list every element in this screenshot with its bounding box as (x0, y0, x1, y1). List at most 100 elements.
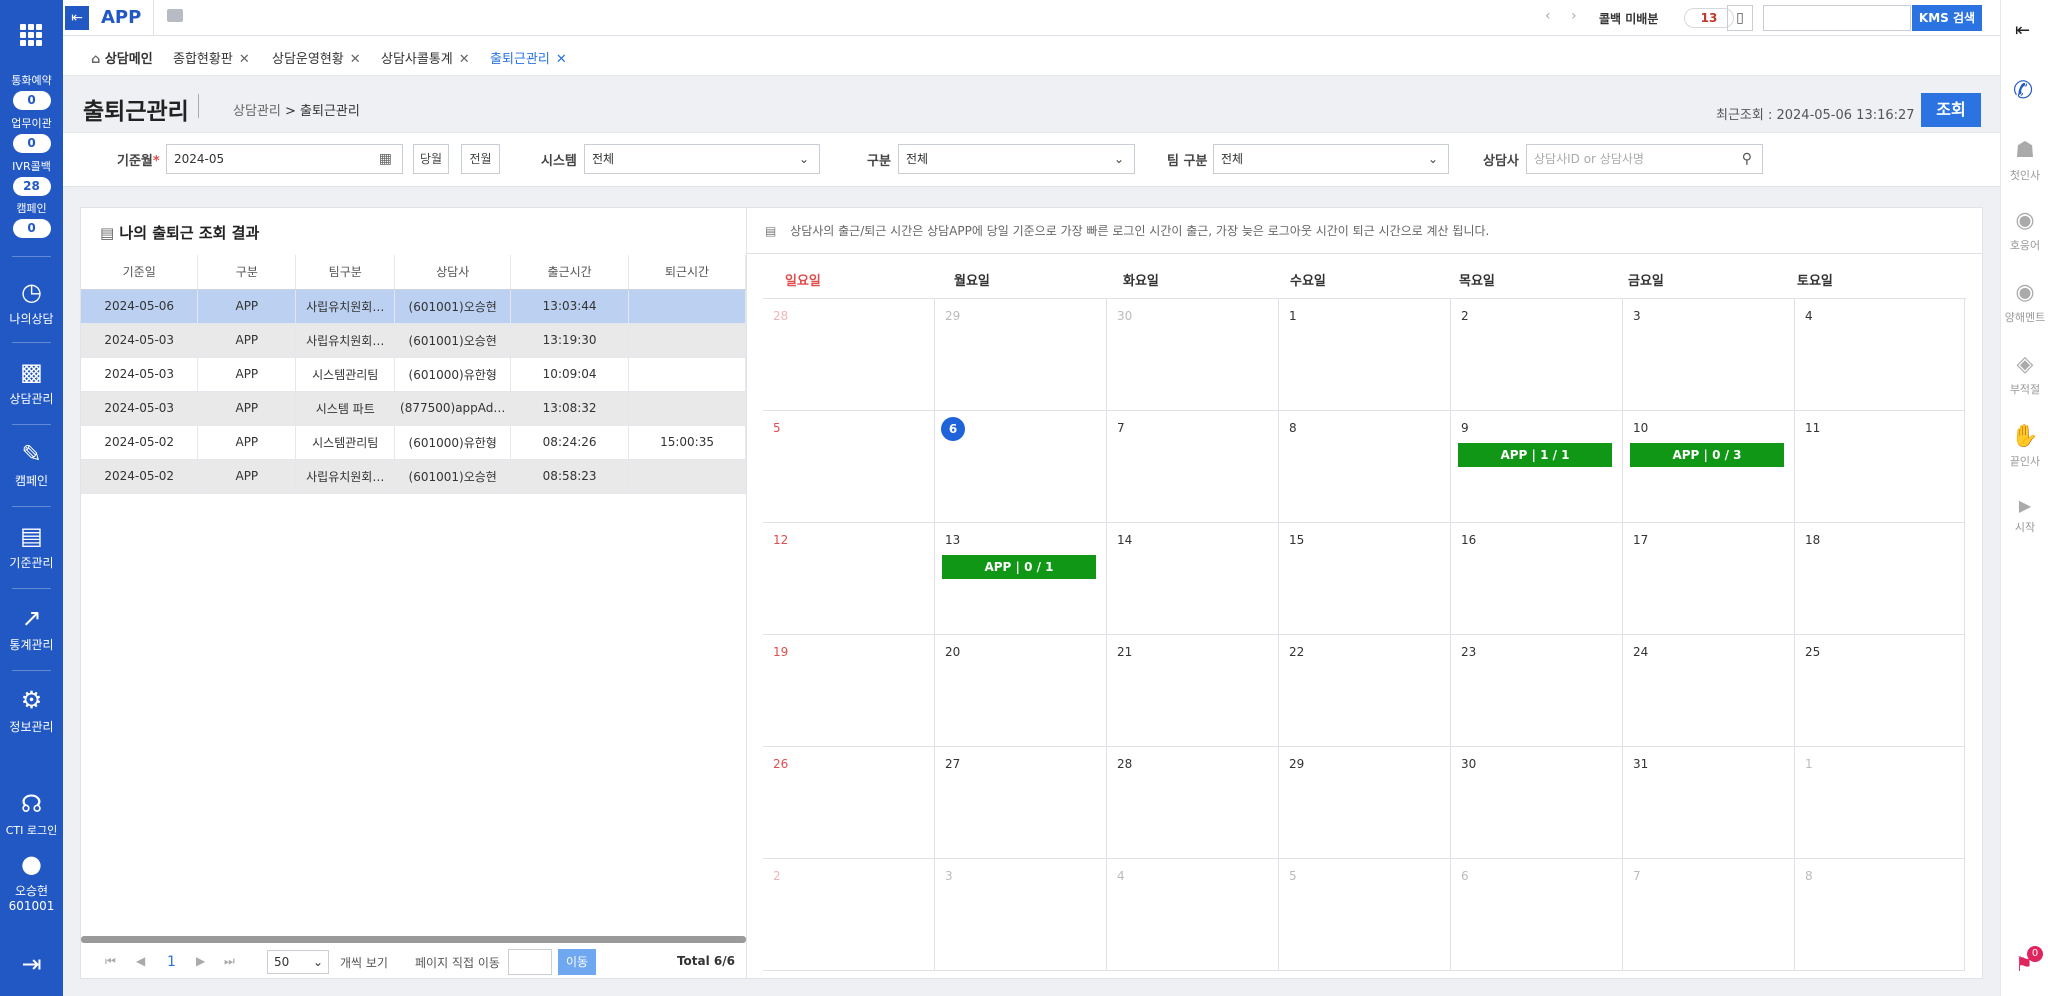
calendar-day-cell[interactable]: 1 (1795, 747, 1965, 859)
breadcrumb-parent[interactable]: 상담관리 (233, 104, 281, 119)
column-header[interactable]: 팀구분 (295, 255, 396, 290)
tab-dashboard[interactable]: 종합현황판 ✕ (173, 48, 250, 67)
counter-campaign[interactable]: 캠페인 0 (0, 200, 63, 238)
nav-stats-manage[interactable]: ↗ 통계관리 (0, 604, 63, 653)
counter-task-transfer[interactable]: 업무이관 0 (0, 115, 63, 153)
type-select[interactable]: 전체 ⌄ (898, 144, 1135, 174)
nav-consult-manage[interactable]: ▩ 상담관리 (0, 358, 63, 407)
calendar-day-cell[interactable]: 4 (1795, 299, 1965, 411)
column-header[interactable]: 구분 (197, 255, 297, 290)
column-header[interactable]: 출근시간 (510, 255, 630, 290)
calendar-day-cell[interactable]: 17 (1623, 523, 1795, 635)
script-greeting[interactable]: ☗ 첫인사 (2001, 138, 2048, 183)
calendar-day-cell[interactable]: 8 (1795, 859, 1965, 971)
current-page[interactable]: 1 (167, 954, 176, 970)
logout-button[interactable]: ⇥ (0, 950, 63, 982)
calendar-day-cell[interactable]: 30 (1451, 747, 1623, 859)
calendar-day-cell[interactable]: 21 (1107, 635, 1279, 747)
calendar-day-cell[interactable]: 24 (1623, 635, 1795, 747)
counter-call-reservation[interactable]: 통화예약 0 (0, 72, 63, 110)
query-button[interactable]: 조회 (1921, 93, 1981, 127)
close-icon[interactable]: ✕ (556, 52, 567, 67)
script-response[interactable]: ◉ 호응어 (2001, 208, 2048, 253)
calendar-day-cell[interactable]: 26 (763, 747, 935, 859)
calendar-day-cell[interactable]: 30 (1107, 299, 1279, 411)
calendar-day-cell[interactable]: 28 (763, 299, 935, 411)
mobile-icon[interactable]: ▯ (1727, 5, 1753, 31)
table-row[interactable]: 2024-05-03 APP 사립유치원회… (601001)오승현 13:19:30 (81, 323, 746, 358)
close-icon[interactable]: ✕ (350, 52, 361, 67)
tab-agent-call-stats[interactable]: 상담사콜통계 ✕ (381, 48, 470, 67)
script-apology[interactable]: ◉ 양해멘트 (2001, 280, 2048, 325)
search-icon[interactable]: ⚲ (1742, 145, 1752, 173)
calendar-day-cell[interactable]: 6 (935, 411, 1107, 523)
script-inappropriate[interactable]: ◈ 부적절 (2001, 352, 2048, 397)
nav-info-manage[interactable]: ⚙ 정보관리 (0, 686, 63, 735)
calendar-day-cell[interactable]: 22 (1279, 635, 1451, 747)
calendar-day-cell[interactable]: 10 APP | 0 / 3 (1623, 411, 1795, 523)
prev-month-button[interactable]: 전월 (461, 144, 500, 174)
next-page-icon[interactable]: ▶ (196, 954, 205, 968)
calendar-day-cell[interactable]: 29 (935, 299, 1107, 411)
calendar-day-cell[interactable]: 25 (1795, 635, 1965, 747)
calendar-day-cell[interactable]: 1 (1279, 299, 1451, 411)
script-closing[interactable]: ✋ 끝인사 (2001, 424, 2048, 469)
calendar-day-cell[interactable]: 2 (763, 859, 935, 971)
tab-consult-main[interactable]: ⌂ 상담메인 (91, 48, 153, 67)
column-header[interactable]: 기준일 (81, 255, 199, 290)
app-grid-icon[interactable] (20, 24, 42, 46)
go-button[interactable]: 이동 (558, 949, 596, 975)
prev-arrow-icon[interactable]: ‹ (1545, 8, 1551, 24)
attendance-event[interactable]: APP | 0 / 3 (1630, 443, 1784, 467)
base-month-input[interactable]: 2024-05 ▦ (166, 144, 403, 174)
folder-icon[interactable] (167, 9, 183, 22)
calendar-day-cell[interactable]: 20 (935, 635, 1107, 747)
calendar-day-cell[interactable]: 14 (1107, 523, 1279, 635)
table-row[interactable]: 2024-05-03 APP 시스템 파트 (877500)appAd… 13:08:3… (81, 391, 746, 426)
column-header[interactable]: 퇴근시간 (628, 255, 746, 290)
page-size-select[interactable]: 50 ⌄ (267, 950, 329, 974)
calendar-day-cell[interactable]: 13 APP | 0 / 1 (935, 523, 1107, 635)
nav-my-consult[interactable]: ◷ 나의상담 (0, 278, 63, 327)
system-select[interactable]: 전체 ⌄ (584, 144, 820, 174)
table-row[interactable]: 2024-05-06 APP 사립유치원회… (601001)오승현 13:03:44 (81, 289, 746, 324)
calendar-day-cell[interactable]: 12 (763, 523, 935, 635)
calendar-day-cell[interactable]: 3 (935, 859, 1107, 971)
collapse-right-icon[interactable]: ⇤ (2015, 20, 2030, 41)
calendar-day-cell[interactable]: 19 (763, 635, 935, 747)
calendar-day-cell[interactable]: 15 (1279, 523, 1451, 635)
next-arrow-icon[interactable]: › (1571, 8, 1577, 24)
calendar-day-cell[interactable]: 8 (1279, 411, 1451, 523)
nav-standard-manage[interactable]: ▤ 기준관리 (0, 522, 63, 571)
calendar-day-cell[interactable]: 28 (1107, 747, 1279, 859)
first-page-icon[interactable]: ⏮ (105, 954, 116, 969)
calendar-day-cell[interactable]: 5 (763, 411, 935, 523)
attendance-event[interactable]: APP | 1 / 1 (1458, 443, 1612, 467)
calendar-day-cell[interactable]: 6 (1451, 859, 1623, 971)
close-icon[interactable]: ✕ (459, 52, 470, 67)
close-icon[interactable]: ✕ (239, 52, 250, 67)
last-page-icon[interactable]: ⏭ (224, 954, 235, 969)
agent-search-input[interactable]: 상담사ID or 상담사명 ⚲ (1526, 144, 1763, 174)
calendar-day-cell[interactable]: 31 (1623, 747, 1795, 859)
prev-page-icon[interactable]: ◀ (136, 954, 145, 968)
this-month-button[interactable]: 당월 (413, 144, 449, 174)
user-profile[interactable]: ● 오승현 601001 (0, 850, 63, 913)
collapse-sidebar-icon[interactable]: ⇤ (65, 6, 89, 30)
horizontal-scrollbar[interactable] (81, 936, 746, 943)
counter-ivr-callback[interactable]: IVR콜백 28 (0, 158, 63, 196)
calendar-day-cell[interactable]: 3 (1623, 299, 1795, 411)
calendar-day-cell[interactable]: 18 (1795, 523, 1965, 635)
calendar-day-cell[interactable]: 7 (1107, 411, 1279, 523)
script-start[interactable]: ▶ 시작 (2001, 496, 2048, 535)
kms-search-input[interactable] (1763, 5, 1911, 31)
table-row[interactable]: 2024-05-03 APP 시스템관리팀 (601000)유한형 10:09:04 (81, 357, 746, 392)
page-jump-input[interactable] (508, 949, 552, 975)
calendar-day-cell[interactable]: 11 (1795, 411, 1965, 523)
table-row[interactable]: 2024-05-02 APP 사립유치원회… (601001)오승현 08:58:23 (81, 459, 746, 494)
cti-login[interactable]: ☊ CTI 로그인 (0, 790, 63, 838)
calendar-day-cell[interactable]: 2 (1451, 299, 1623, 411)
column-header[interactable]: 상담사 (394, 255, 512, 290)
calendar-day-cell[interactable]: 5 (1279, 859, 1451, 971)
calendar-day-cell[interactable]: 4 (1107, 859, 1279, 971)
